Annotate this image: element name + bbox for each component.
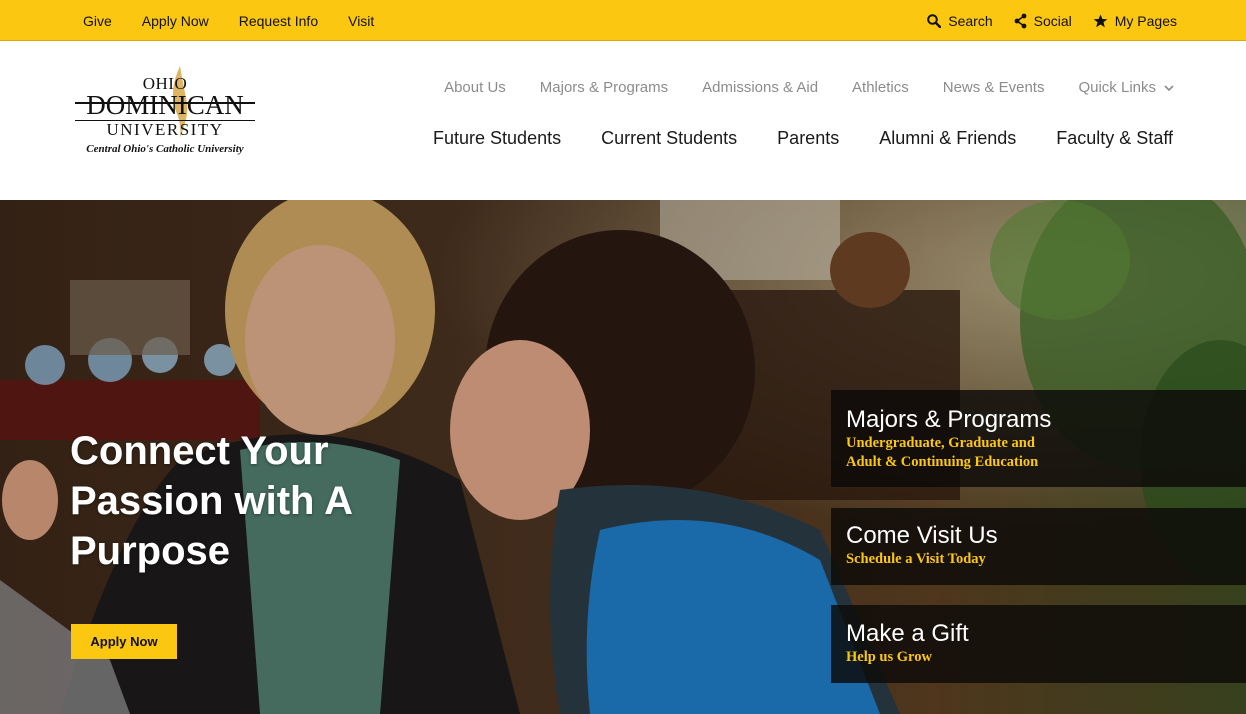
card-title: Come Visit Us	[846, 522, 998, 549]
nav-athletics[interactable]: Athletics	[852, 79, 909, 96]
chevron-down-icon	[1164, 79, 1174, 96]
card-title: Majors & Programs	[846, 406, 1052, 433]
card-subtitle: Undergraduate, Graduate and	[846, 435, 1035, 451]
nav-parents[interactable]: Parents	[777, 128, 839, 149]
nav-current-students[interactable]: Current Students	[601, 128, 737, 149]
make-a-gift-card[interactable]: Make a Gift Help us Grow	[831, 605, 1246, 683]
university-logo[interactable]: OHIO DOMINICAN UNIVERSITY Central Ohio's…	[72, 66, 258, 160]
secondary-nav: About Us Majors & Programs Admissions & …	[444, 79, 1174, 96]
nav-admissions-aid[interactable]: Admissions & Aid	[702, 79, 818, 96]
utility-links: Give Apply Now Request Info Visit	[83, 0, 374, 41]
logo-line-university: UNIVERSITY	[106, 120, 224, 139]
nav-faculty-staff[interactable]: Faculty & Staff	[1056, 128, 1173, 149]
primary-nav: Future Students Current Students Parents…	[433, 128, 1173, 149]
nav-future-students[interactable]: Future Students	[433, 128, 561, 149]
site-header: OHIO DOMINICAN UNIVERSITY Central Ohio's…	[0, 41, 1246, 200]
give-link[interactable]: Give	[83, 13, 112, 29]
card-subtitle: Help us Grow	[846, 649, 932, 665]
search-icon	[927, 13, 942, 28]
social-label: Social	[1033, 12, 1072, 29]
hero-banner: Connect Your Passion with A Purpose Appl…	[0, 200, 1246, 714]
social-button[interactable]: Social	[1014, 13, 1072, 29]
visit-link[interactable]: Visit	[348, 13, 374, 29]
my-pages-button[interactable]: My Pages	[1093, 13, 1177, 29]
nav-news-events[interactable]: News & Events	[943, 79, 1045, 96]
request-info-link[interactable]: Request Info	[239, 13, 318, 29]
share-icon	[1014, 13, 1027, 29]
search-button[interactable]: Search	[927, 12, 993, 29]
majors-programs-card[interactable]: Majors & Programs Undergraduate, Graduat…	[831, 390, 1246, 487]
my-pages-label: My Pages	[1114, 12, 1177, 29]
logo-line-dominican: DOMINICAN	[86, 90, 244, 120]
card-title: Make a Gift	[846, 620, 969, 647]
hero-headline: Connect Your Passion with A Purpose	[70, 429, 352, 573]
nav-alumni-friends[interactable]: Alumni & Friends	[879, 128, 1016, 149]
utility-bar: Give Apply Now Request Info Visit Search…	[0, 0, 1246, 41]
apply-now-link[interactable]: Apply Now	[142, 13, 209, 29]
search-label: Search	[948, 12, 993, 29]
quick-links-label: Quick Links	[1078, 79, 1156, 96]
utility-tools: Search Social My Pages	[927, 0, 1177, 41]
come-visit-us-card[interactable]: Come Visit Us Schedule a Visit Today	[831, 508, 1246, 585]
star-icon	[1093, 14, 1108, 28]
card-subtitle: Adult & Continuing Education	[846, 454, 1039, 470]
apply-now-button[interactable]: Apply Now	[71, 624, 177, 659]
logo-tagline: Central Ohio's Catholic University	[86, 143, 244, 155]
nav-about-us[interactable]: About Us	[444, 79, 506, 96]
card-subtitle: Schedule a Visit Today	[846, 551, 986, 567]
nav-quick-links[interactable]: Quick Links	[1078, 79, 1174, 96]
nav-majors-programs[interactable]: Majors & Programs	[540, 79, 668, 96]
